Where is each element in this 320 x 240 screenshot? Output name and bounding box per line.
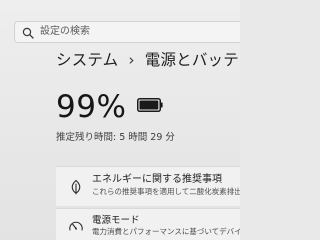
battery-percentage: 99% — [56, 89, 127, 125]
power-mode-card[interactable]: 電源モード 電力消費とパフォーマンスに基づいてデバイスを最適化 — [56, 208, 240, 240]
gauge-icon — [69, 221, 83, 231]
energy-recommendations-description: これらの推奨事項を適用して二酸化炭素排出量を — [92, 187, 240, 196]
power-mode-description: 電力消費とパフォーマンスに基づいてデバイスを最適化 — [92, 227, 240, 236]
energy-recommendations-card[interactable]: エネルギーに関する推奨事項 これらの推奨事項を適用して二酸化炭素排出量を — [56, 166, 240, 206]
leaf-icon — [71, 179, 81, 195]
page-title: 電源とバッテリー — [144, 51, 240, 69]
search-input[interactable]: 設定の検索 — [40, 25, 90, 39]
energy-recommendations-title: エネルギーに関する推奨事項 — [92, 174, 222, 185]
breadcrumb-separator: › — [128, 51, 135, 69]
settings-window: 設定の検索 システム › 電源とバッテリー 99% 推定残り時間: 5 時間 29 … — [0, 0, 240, 240]
power-mode-title: 電源モード — [92, 215, 140, 226]
estimated-remaining-time: 推定残り時間: 5 時間 29 分 — [56, 132, 175, 143]
battery-icon — [137, 98, 163, 112]
search-box[interactable]: 設定の検索 — [14, 21, 240, 43]
breadcrumb: システム › 電源とバッテリー — [56, 49, 240, 71]
search-icon — [22, 27, 34, 39]
breadcrumb-parent-system[interactable]: システム — [56, 51, 118, 69]
battery-fill — [139, 100, 159, 110]
